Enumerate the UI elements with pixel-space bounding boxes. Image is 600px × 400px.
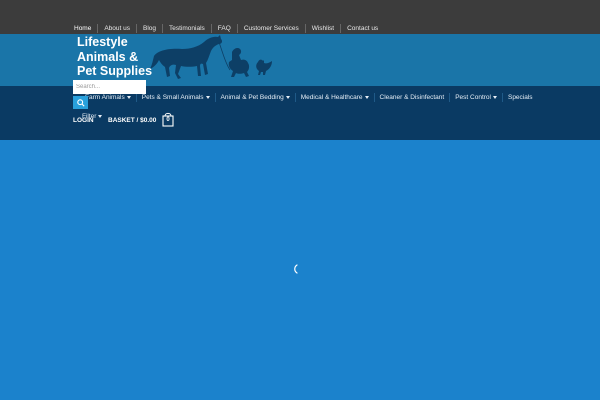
chevron-down-icon xyxy=(205,95,210,99)
chevron-down-icon xyxy=(285,95,290,99)
nav-specials[interactable]: Specials xyxy=(501,92,538,102)
logo-line-3: Pet Supplies xyxy=(77,64,153,78)
nav-pest-control[interactable]: Pest Control xyxy=(449,92,502,102)
top-nav-testimonials[interactable]: Testimonials xyxy=(162,23,211,33)
nav-cleaner-disinfectant[interactable]: Cleaner & Disinfectant xyxy=(373,92,450,102)
loading-spinner-icon xyxy=(294,264,298,274)
top-nav-contact-us[interactable]: Contact us xyxy=(340,23,384,33)
logo-line-1: Lifestyle xyxy=(77,35,128,49)
site-logo[interactable]: Lifestyle Animals & Pet Supplies xyxy=(77,35,157,79)
chevron-down-icon xyxy=(492,95,497,99)
search-icon xyxy=(76,98,85,107)
horse-dog-chicken-silhouette-icon xyxy=(150,35,272,79)
top-nav: Home About us Blog Testimonials FAQ Cust… xyxy=(68,22,384,34)
search-button[interactable] xyxy=(73,96,88,109)
top-nav-wishlist[interactable]: Wishlist xyxy=(304,23,340,33)
logo-line-2: Animals & xyxy=(77,49,139,64)
chevron-down-icon xyxy=(364,95,369,99)
basket-count: 0 xyxy=(166,117,170,123)
top-nav-faq[interactable]: FAQ xyxy=(210,23,237,33)
chevron-down-icon xyxy=(98,115,103,118)
nav-medical-healthcare[interactable]: Medical & Healthcare xyxy=(294,92,374,102)
chevron-down-icon xyxy=(126,95,131,99)
nav-animal-pet-bedding[interactable]: Animal & Pet Bedding xyxy=(214,92,295,102)
nav-pets-small-animals[interactable]: Pets & Small Animals xyxy=(135,92,215,102)
search-input[interactable] xyxy=(73,80,146,94)
basket-link[interactable]: BASKET / $0.00 xyxy=(108,117,156,124)
main-nav: Farm Animals Pets & Small Animals Animal… xyxy=(80,91,538,103)
login-link[interactable]: LOGIN xyxy=(73,117,94,124)
top-nav-blog[interactable]: Blog xyxy=(136,23,162,33)
top-nav-customer-services[interactable]: Customer Services xyxy=(236,23,305,33)
top-nav-about-us[interactable]: About us xyxy=(97,23,136,33)
top-nav-home[interactable]: Home xyxy=(68,24,97,33)
